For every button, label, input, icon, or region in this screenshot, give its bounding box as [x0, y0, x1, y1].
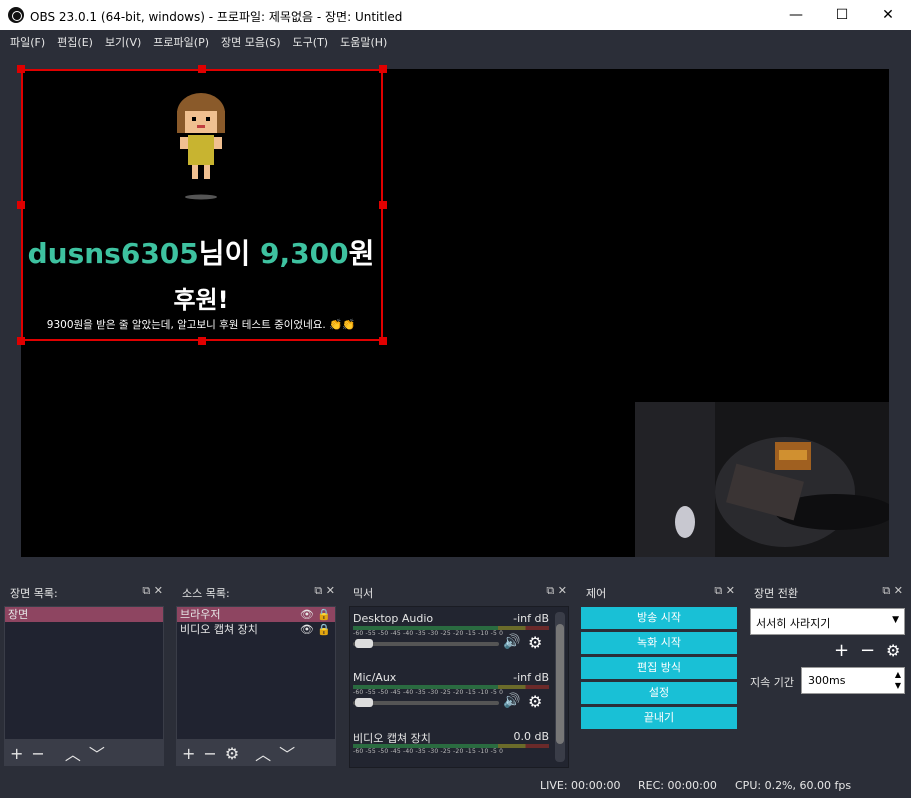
move-up-icon[interactable]: ︿: [65, 741, 81, 765]
studio-mode-button[interactable]: 편집 방식: [581, 657, 737, 679]
add-icon[interactable]: +: [834, 640, 849, 661]
scene-item[interactable]: 장면: [5, 607, 163, 622]
title-bar: OBS 23.0.1 (64-bit, windows) - 프로파일: 제목없…: [0, 0, 911, 30]
menu-tools[interactable]: 도구(T): [287, 30, 335, 52]
cpu-status: CPU: 0.2%, 60.00 fps: [735, 779, 852, 792]
exit-button[interactable]: 끝내기: [581, 707, 737, 729]
dock-float-close-icons[interactable]: ⧉ ✕: [142, 584, 163, 598]
menu-help[interactable]: 도움말(H): [334, 30, 393, 52]
menu-view[interactable]: 보기(V): [99, 30, 147, 52]
mixer-scrollbar[interactable]: [555, 612, 565, 762]
transition-select[interactable]: 서서히 사라지기 ▼: [750, 608, 905, 635]
gear-icon[interactable]: ⚙: [528, 633, 542, 652]
remove-icon[interactable]: −: [860, 640, 875, 661]
menu-edit[interactable]: 편집(E): [51, 30, 99, 52]
controls-title: 제어 ⧉ ✕: [586, 584, 735, 600]
speaker-icon[interactable]: 🔊: [503, 693, 520, 709]
settings-button[interactable]: 설정: [581, 682, 737, 704]
source-item[interactable]: 비디오 캡쳐 장치 👁 🔒: [177, 622, 335, 637]
window-title: OBS 23.0.1 (64-bit, windows) - 프로파일: 제목없…: [30, 10, 403, 24]
spin-arrows-icon[interactable]: ▲ ▼: [895, 669, 901, 691]
resize-handle[interactable]: [379, 337, 387, 345]
dock-float-close-icons[interactable]: ⧉ ✕: [882, 584, 903, 598]
resize-handle[interactable]: [379, 201, 387, 209]
volume-slider[interactable]: [353, 642, 499, 646]
visibility-lock-icons[interactable]: 👁 🔒: [300, 607, 331, 622]
volume-knob[interactable]: [355, 698, 373, 707]
menu-profile[interactable]: 프로파일(P): [147, 30, 215, 52]
dock-float-close-icons[interactable]: ⧉ ✕: [314, 584, 335, 598]
source-selection-box[interactable]: [21, 69, 383, 341]
scenes-title: 장면 목록: ⧉ ✕: [10, 584, 163, 600]
minimize-button[interactable]: —: [773, 0, 819, 30]
menu-bar: 파일(F) 편집(E) 보기(V) 프로파일(P) 장면 모음(S) 도구(T)…: [0, 30, 911, 52]
resize-handle[interactable]: [198, 65, 206, 73]
scrollbar-thumb[interactable]: [556, 624, 564, 744]
resize-handle[interactable]: [379, 65, 387, 73]
remove-icon[interactable]: −: [31, 744, 44, 763]
move-down-icon[interactable]: ﹀: [89, 741, 105, 765]
source-list[interactable]: 브라우저 👁 🔒 비디오 캡쳐 장치 👁 🔒: [176, 606, 336, 740]
mixer-channel-mic: Mic/Aux -inf dB -60 -55 -50 -45 -40 -35 …: [353, 671, 549, 711]
menu-file[interactable]: 파일(F): [4, 30, 51, 52]
duration-spinbox[interactable]: 300ms ▲ ▼: [801, 667, 905, 694]
remove-icon[interactable]: −: [203, 744, 216, 763]
live-status: LIVE: 00:00:00: [540, 779, 621, 792]
maximize-button[interactable]: ☐: [819, 0, 865, 30]
resize-handle[interactable]: [17, 201, 25, 209]
gear-icon[interactable]: ⚙: [225, 744, 239, 763]
scene-list[interactable]: 장면: [4, 606, 164, 740]
add-icon[interactable]: +: [10, 744, 23, 763]
dock-float-close-icons[interactable]: ⧉ ✕: [546, 584, 567, 598]
start-recording-button[interactable]: 녹화 시작: [581, 632, 737, 654]
mixer-title: 믹서 ⧉ ✕: [353, 584, 567, 600]
webcam-feed: [635, 402, 889, 557]
status-bar: LIVE: 00:00:00 REC: 00:00:00 CPU: 0.2%, …: [0, 770, 911, 798]
duration-label: 지속 기간: [750, 676, 794, 689]
volume-knob[interactable]: [355, 639, 373, 648]
close-button[interactable]: ✕: [865, 0, 911, 30]
menu-scene-collection[interactable]: 장면 모음(S): [215, 30, 287, 52]
sources-toolbar: + − ⚙ ︿ ﹀: [176, 740, 336, 766]
scenes-toolbar: + − ︿ ﹀: [4, 740, 164, 766]
move-up-icon[interactable]: ︿: [255, 741, 271, 765]
obs-logo-icon: [8, 7, 24, 23]
source-item[interactable]: 브라우저 👁 🔒: [177, 607, 335, 622]
transitions-title: 장면 전환 ⧉ ✕: [754, 584, 903, 600]
mixer-channel-video-capture: 비디오 캡쳐 장치 0.0 dB -60 -55 -50 -45 -40 -35…: [353, 730, 549, 755]
resize-handle[interactable]: [198, 337, 206, 345]
speaker-icon[interactable]: 🔊: [503, 634, 520, 650]
visibility-lock-icons[interactable]: 👁 🔒: [300, 622, 331, 637]
sources-title: 소스 목록: ⧉ ✕: [182, 584, 335, 600]
chevron-down-icon: ▼: [892, 615, 899, 625]
mixer-channel-desktop: Desktop Audio -inf dB -60 -55 -50 -45 -4…: [353, 612, 549, 652]
dock-float-close-icons[interactable]: ⧉ ✕: [714, 584, 735, 598]
rec-status: REC: 00:00:00: [638, 779, 717, 792]
resize-handle[interactable]: [17, 337, 25, 345]
add-icon[interactable]: +: [182, 744, 195, 763]
resize-handle[interactable]: [17, 65, 25, 73]
volume-slider[interactable]: [353, 701, 499, 705]
gear-icon[interactable]: ⚙: [886, 641, 900, 660]
start-streaming-button[interactable]: 방송 시작: [581, 607, 737, 629]
gear-icon[interactable]: ⚙: [528, 692, 542, 711]
move-down-icon[interactable]: ﹀: [279, 741, 295, 765]
